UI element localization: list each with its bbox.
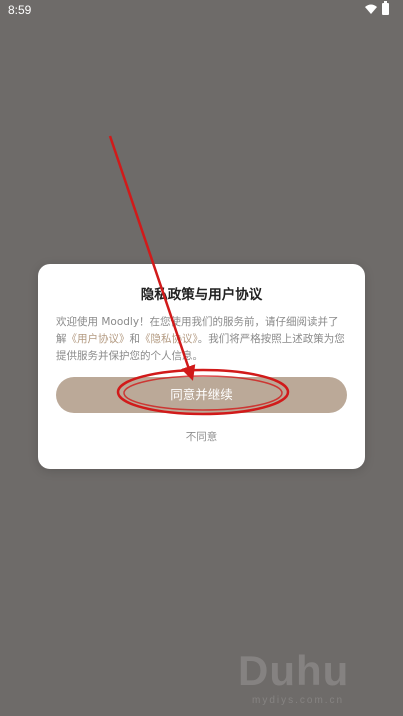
body-conjunction-text: 和 [129,333,141,345]
status-time: 8:59 [8,3,32,17]
watermark-main-text: Duhu [238,647,350,694]
dialog-title: 隐私政策与用户协议 [140,287,263,303]
privacy-policy-link[interactable]: 《隐私协议》 [140,333,198,345]
wifi-icon [365,4,377,14]
agree-continue-button[interactable]: 同意并继续 [56,377,347,413]
watermark: Duhu mydiys.com.cn [238,647,398,707]
battery-icon [382,1,389,15]
watermark-sub-text: mydiys.com.cn [252,695,345,706]
privacy-dialog: 隐私政策与用户协议 欢迎使用 Moodly！在您使用我们的服务前，请仔细阅读并了… [38,264,365,469]
status-bar: 8:59 [0,0,403,22]
user-agreement-link[interactable]: 《用户协议》 [67,333,130,345]
disagree-button[interactable]: 不同意 [38,429,365,444]
dialog-body: 欢迎使用 Moodly！在您使用我们的服务前，请仔细阅读并了解《用户协议》和《隐… [56,314,349,365]
